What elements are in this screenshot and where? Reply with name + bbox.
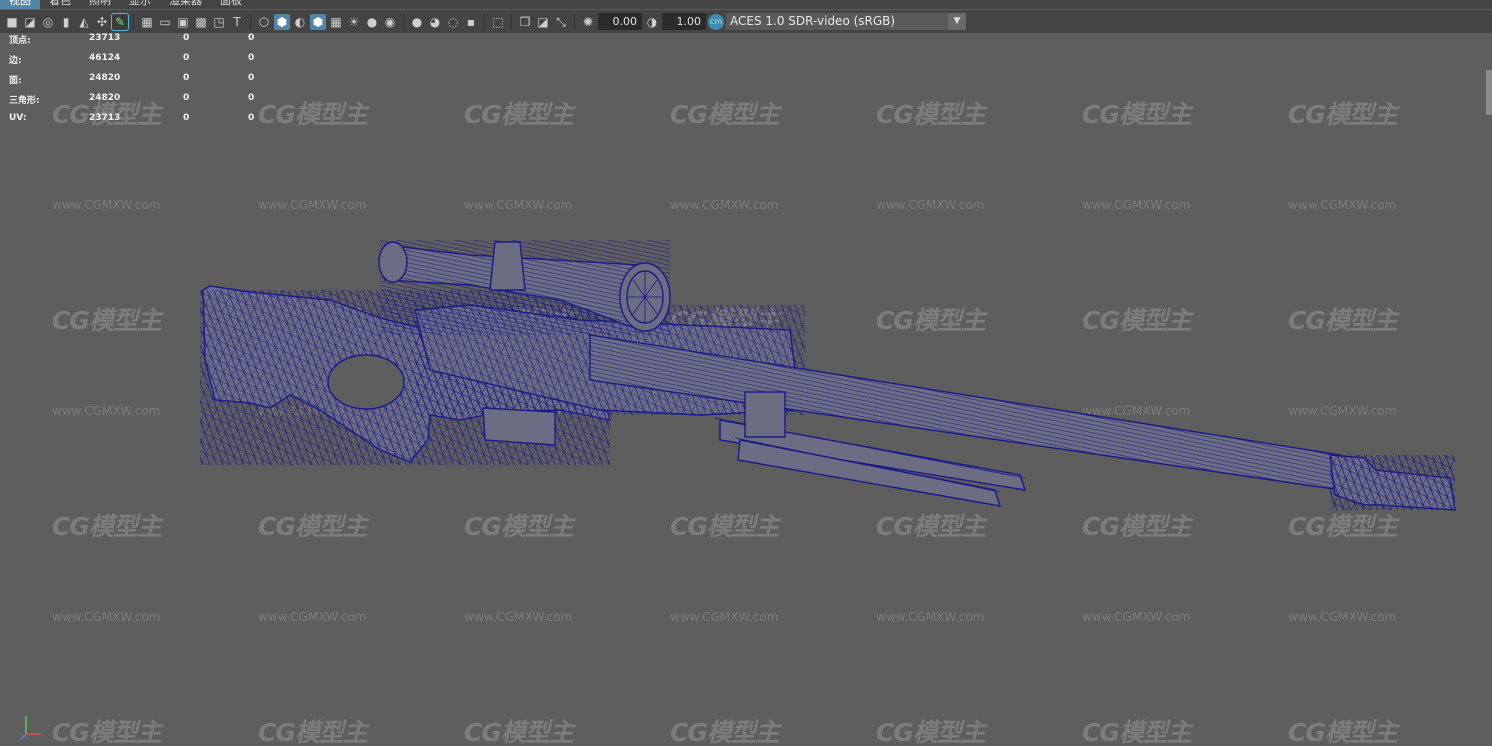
menu-renderer[interactable]: 渲染器 xyxy=(160,0,211,9)
stats-row-vertices: 顶点: 23713 0 0 xyxy=(9,30,269,50)
stats-row-edges: 边: 46124 0 0 xyxy=(9,50,269,70)
wireframe-icon[interactable]: ⬡ xyxy=(256,14,272,30)
default-material-icon[interactable]: ◐ xyxy=(292,14,308,30)
color-space-value: ACES 1.0 SDR-video (sRGB) xyxy=(730,14,896,28)
stats-value: 46124 xyxy=(89,53,121,63)
exposure-icon[interactable]: ✺ xyxy=(580,14,596,30)
stats-value: 23713 xyxy=(89,33,121,43)
lock-camera-icon[interactable]: ◪ xyxy=(22,14,38,30)
bookmark-icon[interactable]: ▮ xyxy=(58,14,74,30)
2d-pan-zoom-icon[interactable]: ✣ xyxy=(94,14,110,30)
screen-space-ao-icon[interactable]: ◉ xyxy=(382,14,398,30)
panel-menu-bar: 视图 着色 照明 显示 渲染器 面板 xyxy=(0,0,1492,9)
smooth-shade-icon[interactable]: ⬢ xyxy=(274,13,290,30)
scope-turret xyxy=(489,241,526,291)
stats-value: 24820 xyxy=(89,93,121,103)
camera-select-icon[interactable]: ■ xyxy=(4,14,20,30)
stats-value: 23713 xyxy=(89,113,121,123)
stats-label: UV: xyxy=(9,113,27,123)
gate-mask-icon[interactable]: ▩ xyxy=(193,14,209,30)
image-plane-icon[interactable]: ◭ xyxy=(76,14,92,30)
menu-lighting[interactable]: 照明 xyxy=(80,0,120,9)
depth-of-field-icon[interactable]: ◌ xyxy=(445,14,461,30)
field-chart-icon[interactable]: ◳ xyxy=(211,14,227,30)
stats-value: 0 xyxy=(183,53,190,63)
menu-view[interactable]: 视图 xyxy=(0,0,40,9)
stats-value: 0 xyxy=(248,53,255,63)
gamma-field[interactable]: 1.00 xyxy=(662,13,706,30)
isolate-select-icon[interactable]: ▪ xyxy=(463,14,479,30)
magazine xyxy=(482,407,556,446)
lights-icon[interactable]: ☀ xyxy=(346,14,362,30)
stats-row-uvs: UV: 23713 0 0 xyxy=(9,110,269,130)
grid-icon[interactable]: ▦ xyxy=(139,14,155,30)
stats-row-faces: 面: 24820 0 0 xyxy=(9,70,269,90)
film-gate-icon[interactable]: ▭ xyxy=(157,14,173,30)
stats-value: 0 xyxy=(183,93,190,103)
viewport-3d[interactable]: CG模型主 CG模型主 CG模型主 CG模型主 CG模型主 CG模型主 CG模型主 CG模型主… xyxy=(0,0,1492,746)
xray-components-icon[interactable]: ◪ xyxy=(535,14,551,30)
stats-value: 0 xyxy=(248,33,255,43)
toolbar-divider xyxy=(250,13,251,30)
shadows-icon[interactable]: ● xyxy=(364,14,380,30)
grease-pencil-icon[interactable]: ✎ xyxy=(111,12,129,31)
bipod-mount xyxy=(744,391,786,438)
exposure-field[interactable]: 0.00 xyxy=(598,13,642,30)
safe-title-icon[interactable]: T xyxy=(229,14,245,30)
wireframe-on-shaded-icon[interactable]: ⬢ xyxy=(310,13,326,30)
stats-label: 边: xyxy=(9,56,22,66)
chevron-down-icon[interactable]: ▼ xyxy=(948,13,966,30)
thumbhole xyxy=(327,354,405,410)
stats-label: 顶点: xyxy=(9,36,31,46)
poly-count-hud: 顶点: 23713 0 0 边: 46124 0 0 面: 24820 0 0 … xyxy=(9,30,269,130)
camera-attributes-icon[interactable]: ◎ xyxy=(40,14,56,30)
menu-panels[interactable]: 面板 xyxy=(211,0,251,9)
stats-value: 0 xyxy=(183,73,190,83)
stats-value: 0 xyxy=(183,113,190,123)
anti-aliasing-icon[interactable]: ◕ xyxy=(427,14,443,30)
xray-joints-icon[interactable]: ❐ xyxy=(517,14,533,30)
stats-value: 0 xyxy=(248,113,255,123)
color-management-icon[interactable]: cm xyxy=(708,13,724,30)
resolution-gate-icon[interactable]: ▣ xyxy=(175,14,191,30)
toolbar-divider xyxy=(511,13,512,30)
xray-icon[interactable]: ⬚ xyxy=(490,14,506,30)
menu-show[interactable]: 显示 xyxy=(120,0,160,9)
stats-value: 0 xyxy=(248,73,255,83)
stats-row-triangles: 三角形: 24820 0 0 xyxy=(9,90,269,110)
toolbar-divider xyxy=(403,13,404,30)
stats-label: 面: xyxy=(9,76,22,86)
axis-gizmo-icon xyxy=(19,716,42,741)
menu-shading[interactable]: 着色 xyxy=(40,0,80,9)
textured-icon[interactable]: ▦ xyxy=(328,14,344,30)
stats-value: 24820 xyxy=(89,73,121,83)
toolbar-divider xyxy=(574,13,575,30)
scope-eyepiece xyxy=(378,241,408,283)
color-space-select[interactable]: ACES 1.0 SDR-video (sRGB) ▼ xyxy=(726,13,966,30)
resize-icon[interactable]: ⤡ xyxy=(553,14,569,30)
viewport-scrollbar[interactable] xyxy=(1486,70,1492,115)
motion-blur-icon[interactable]: ● xyxy=(409,14,425,30)
stats-value: 0 xyxy=(248,93,255,103)
toolbar-divider xyxy=(133,13,134,30)
gamma-icon[interactable]: ◑ xyxy=(644,14,660,30)
stats-label: 三角形: xyxy=(9,96,40,106)
stats-value: 0 xyxy=(183,33,190,43)
toolbar-divider xyxy=(484,13,485,30)
